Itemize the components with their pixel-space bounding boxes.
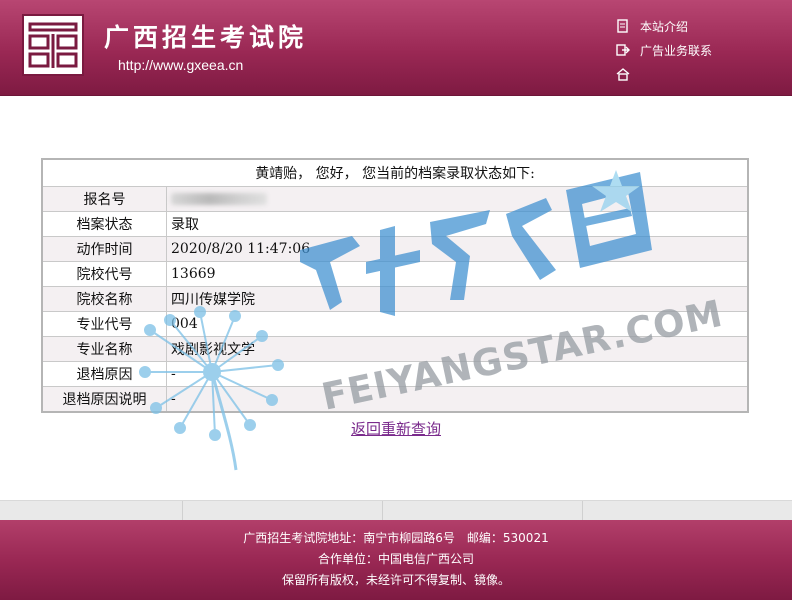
row-value: - xyxy=(166,361,749,387)
footer-address: 广西招生考试院地址：南宁市柳园路6号 邮编：530021 xyxy=(243,531,549,545)
row-value: 2020/8/20 11:47:06 xyxy=(166,236,749,262)
site-header: 广西招生考试院 http://www.gxeea.cn 本站介绍 广告业务联系 xyxy=(0,0,792,96)
footer-partner: 合作单位：中国电信广西公司 xyxy=(317,552,474,566)
row-label: 退档原因 xyxy=(41,361,167,387)
table-row-registration-no: 报名号 xyxy=(41,186,749,212)
footer-divider xyxy=(0,500,792,521)
table-row-file-status: 档案状态 录取 xyxy=(41,211,749,237)
redacted-id xyxy=(171,193,267,205)
row-label: 动作时间 xyxy=(41,236,167,262)
table-row-major-code: 专业代号 004 xyxy=(41,311,749,337)
table-row-school-name: 院校名称 四川传媒学院 xyxy=(41,286,749,312)
row-value: 四川传媒学院 xyxy=(166,286,749,312)
row-value: - xyxy=(166,386,749,413)
nav-item-home[interactable] xyxy=(616,62,712,86)
top-nav: 本站介绍 广告业务联系 xyxy=(616,14,712,86)
row-label: 报名号 xyxy=(41,186,167,212)
row-value: 戏剧影视文学 xyxy=(166,336,749,362)
row-value: 录取 xyxy=(166,211,749,237)
table-row-withdraw-reason: 退档原因 - xyxy=(41,361,749,387)
row-label: 专业代号 xyxy=(41,311,167,337)
export-icon xyxy=(616,44,630,56)
back-link-wrap: 返回重新查询 xyxy=(0,418,792,439)
site-url: http://www.gxeea.cn xyxy=(118,57,244,73)
table-row-withdraw-note: 退档原因说明 - xyxy=(41,386,749,413)
row-label: 退档原因说明 xyxy=(41,386,167,413)
status-heading: 黄靖贻， 您好， 您当前的档案录取状态如下: xyxy=(41,158,749,187)
nav-item-ad-contact[interactable]: 广告业务联系 xyxy=(616,38,712,62)
home-icon xyxy=(616,68,630,81)
table-row-major-name: 专业名称 戏剧影视文学 xyxy=(41,336,749,362)
row-value: 004 xyxy=(166,311,749,337)
document-icon xyxy=(617,19,628,33)
site-footer: 广西招生考试院地址：南宁市柳园路6号 邮编：530021 合作单位：中国电信广西… xyxy=(0,520,792,600)
registration-no-value xyxy=(166,186,749,212)
table-row-action-time: 动作时间 2020/8/20 11:47:06 xyxy=(41,236,749,262)
admission-status-table: 黄靖贻， 您好， 您当前的档案录取状态如下: 报名号 档案状态 录取 动作时间 … xyxy=(41,158,749,413)
nav-item-about-label: 本站介绍 xyxy=(640,19,689,34)
row-label: 专业名称 xyxy=(41,336,167,362)
site-logo[interactable] xyxy=(22,14,84,76)
row-label: 档案状态 xyxy=(41,211,167,237)
table-row-school-code: 院校代号 13669 xyxy=(41,261,749,287)
site-name: 广西招生考试院 xyxy=(104,23,308,52)
footer-copyright: 保留所有版权，未经许可不得复制、镜像。 xyxy=(281,573,510,587)
nav-item-ad-contact-label: 广告业务联系 xyxy=(640,43,713,58)
nav-item-about[interactable]: 本站介绍 xyxy=(616,14,712,38)
row-label: 院校名称 xyxy=(41,286,167,312)
status-heading-row: 黄靖贻， 您好， 您当前的档案录取状态如下: xyxy=(41,158,749,187)
row-value: 13669 xyxy=(166,261,749,287)
row-label: 院校代号 xyxy=(41,261,167,287)
requery-link[interactable]: 返回重新查询 xyxy=(351,420,441,438)
